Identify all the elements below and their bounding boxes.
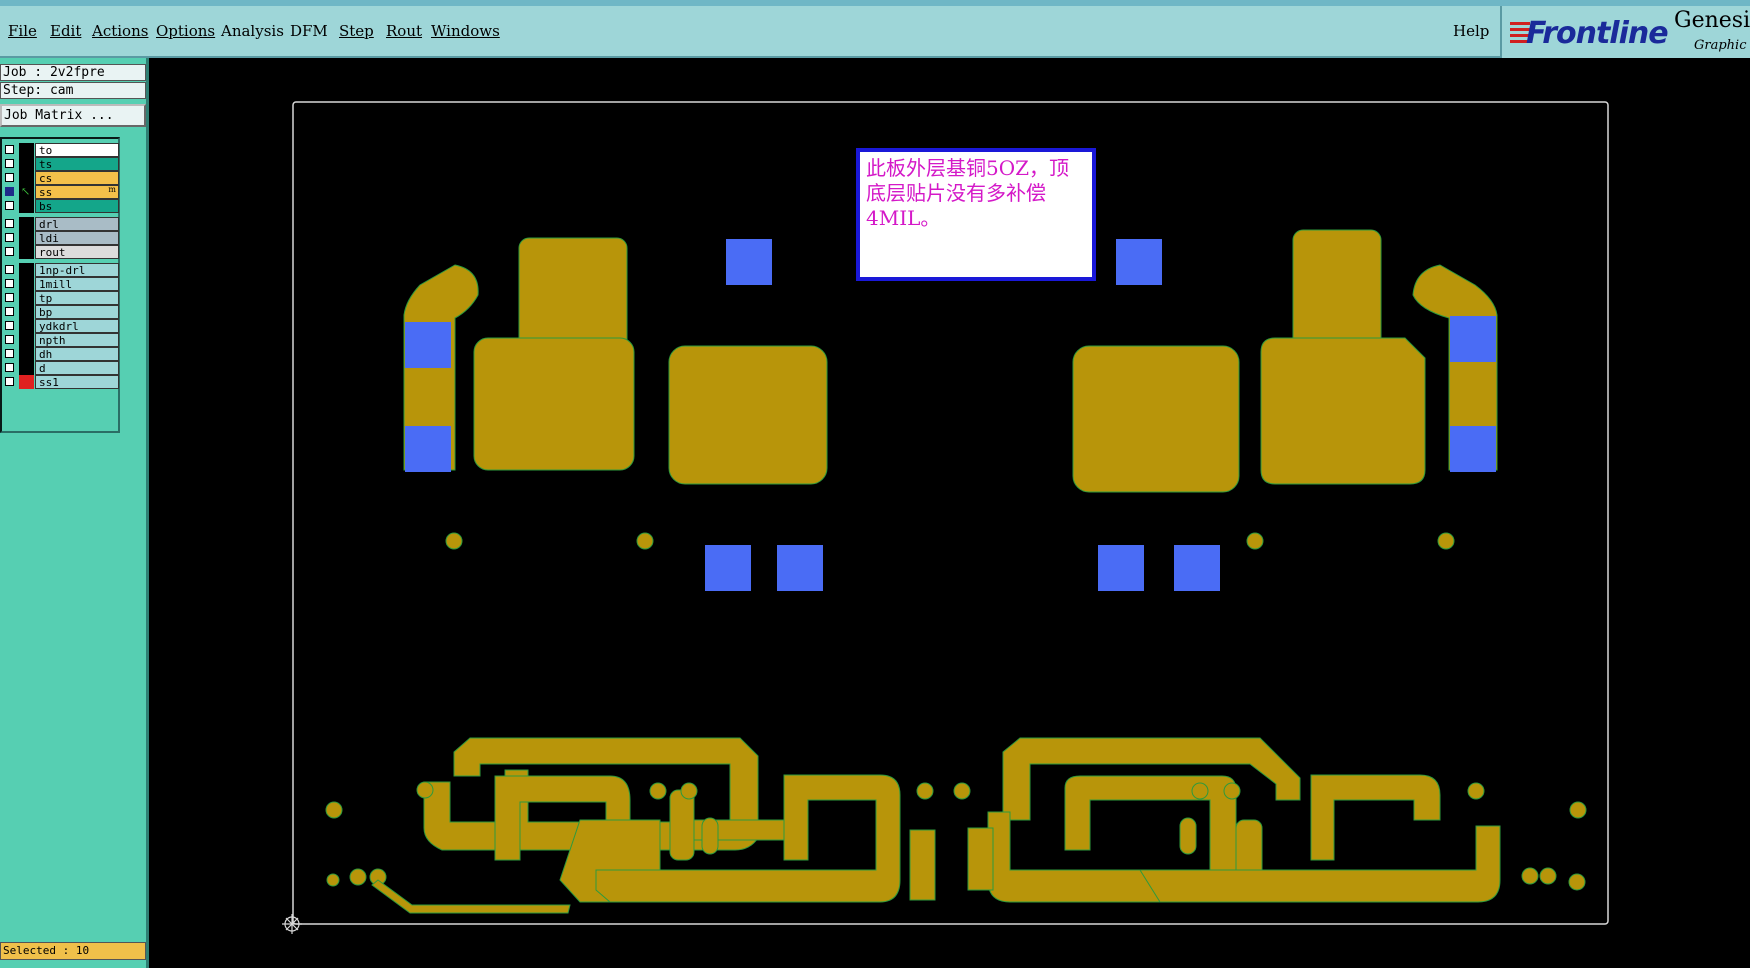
layer-swatch[interactable]: [19, 305, 34, 319]
layer-checkbox[interactable]: [5, 279, 14, 288]
layer-checkbox[interactable]: [5, 265, 14, 274]
annotation-note: 此板外层基铜5OZ，顶底层贴片没有多补偿4MIL。: [856, 148, 1096, 281]
layer-name[interactable]: ldi: [35, 231, 119, 245]
selected-count: Selected : 10: [0, 942, 146, 960]
layer-row-ss1[interactable]: ss1: [2, 375, 119, 389]
layer-checkbox[interactable]: [5, 201, 14, 210]
layer-swatch[interactable]: ↖: [19, 185, 34, 199]
layer-checkbox[interactable]: [5, 159, 14, 168]
layer-name[interactable]: npth: [35, 333, 119, 347]
layer-row-bs[interactable]: bs: [2, 199, 119, 213]
active-arrow-icon: ↖: [21, 185, 31, 198]
layer-list: to ts cs ↖ ss m bs drl ldi rout 1np-drl 1mill tp bp yd…: [0, 137, 120, 433]
layer-swatch[interactable]: [19, 143, 34, 157]
layer-checkbox[interactable]: [5, 187, 14, 196]
layer-swatch[interactable]: [19, 347, 34, 361]
layer-row-npth[interactable]: npth: [2, 333, 119, 347]
layer-name[interactable]: drl: [35, 217, 119, 231]
layer-name[interactable]: cs: [35, 171, 119, 185]
layer-name[interactable]: 1np-drl: [35, 263, 119, 277]
layer-name[interactable]: bs: [35, 199, 119, 213]
layer-checkbox[interactable]: [5, 173, 14, 182]
menu-step[interactable]: Step: [339, 22, 374, 40]
brand-logo: Frontline Genesis Graphic E: [1500, 6, 1750, 58]
layer-name[interactable]: to: [35, 143, 119, 157]
layer-checkbox[interactable]: [5, 247, 14, 256]
layer-row-bp[interactable]: bp: [2, 305, 119, 319]
layer-swatch[interactable]: [19, 277, 34, 291]
layer-checkbox[interactable]: [5, 145, 14, 154]
layer-row-to[interactable]: to: [2, 143, 119, 157]
layer-swatch[interactable]: [19, 171, 34, 185]
layer-swatch[interactable]: [19, 245, 34, 259]
layer-checkbox[interactable]: [5, 349, 14, 358]
layer-checkbox[interactable]: [5, 293, 14, 302]
layer-row-dh[interactable]: dh: [2, 347, 119, 361]
layer-name[interactable]: bp: [35, 305, 119, 319]
menu-bar: File Edit Actions Options Analysis DFM S…: [0, 6, 1750, 58]
menu-file[interactable]: File: [8, 22, 37, 40]
layer-swatch[interactable]: [19, 361, 34, 375]
frontline-logo: Frontline: [1526, 16, 1669, 51]
menu-dfm[interactable]: DFM: [290, 22, 328, 40]
layer-panel-border: [146, 58, 149, 968]
layer-swatch[interactable]: [19, 263, 34, 277]
layer-checkbox[interactable]: [5, 219, 14, 228]
product-tagline: Graphic E: [1694, 38, 1750, 53]
layer-row-rout[interactable]: rout: [2, 245, 119, 259]
layer-name[interactable]: tp: [35, 291, 119, 305]
layer-swatch[interactable]: [19, 231, 34, 245]
layer-swatch[interactable]: [19, 157, 34, 171]
layer-swatch[interactable]: [19, 319, 34, 333]
layer-swatch[interactable]: [19, 333, 34, 347]
layer-row-cs[interactable]: cs: [2, 171, 119, 185]
layer-row-1mill[interactable]: 1mill: [2, 277, 119, 291]
menu-edit[interactable]: Edit: [50, 22, 81, 40]
layer-name[interactable]: dh: [35, 347, 119, 361]
step-label: Step: cam: [0, 82, 146, 99]
menu-options[interactable]: Options: [156, 22, 215, 40]
job-matrix-button[interactable]: Job Matrix ...: [0, 104, 146, 127]
layer-swatch[interactable]: [19, 291, 34, 305]
layer-name[interactable]: rout: [35, 245, 119, 259]
layer-swatch[interactable]: [19, 217, 34, 231]
layer-row-ldi[interactable]: ldi: [2, 231, 119, 245]
layer-row-1np-drl[interactable]: 1np-drl: [2, 263, 119, 277]
menu-help[interactable]: Help: [1453, 22, 1489, 40]
job-label: Job : 2v2fpre: [0, 64, 146, 81]
layer-checkbox[interactable]: [5, 335, 14, 344]
layer-row-tp[interactable]: tp: [2, 291, 119, 305]
layer-row-ss[interactable]: ↖ ss m: [2, 185, 119, 199]
layer-name[interactable]: d: [35, 361, 119, 375]
layer-name[interactable]: ss: [35, 185, 119, 199]
layer-swatch[interactable]: [19, 375, 34, 389]
menu-windows[interactable]: Windows: [431, 22, 500, 40]
layer-checkbox[interactable]: [5, 321, 14, 330]
layer-row-ydkdrl[interactable]: ydkdrl: [2, 319, 119, 333]
layer-name[interactable]: 1mill: [35, 277, 119, 291]
menu-analysis[interactable]: Analysis: [221, 22, 284, 40]
layer-row-drl[interactable]: drl: [2, 217, 119, 231]
layer-name[interactable]: ydkdrl: [35, 319, 119, 333]
layer-checkbox[interactable]: [5, 377, 14, 386]
layer-name[interactable]: ts: [35, 157, 119, 171]
layer-checkbox[interactable]: [5, 307, 14, 316]
menu-actions[interactable]: Actions: [92, 22, 148, 40]
menu-rout[interactable]: Rout: [386, 22, 422, 40]
layer-row-ts[interactable]: ts: [2, 157, 119, 171]
product-name: Genesis: [1674, 8, 1750, 33]
layer-row-d[interactable]: d: [2, 361, 119, 375]
work-layer-mark: m: [108, 185, 116, 194]
layer-checkbox[interactable]: [5, 233, 14, 242]
layer-swatch[interactable]: [19, 199, 34, 213]
layer-checkbox[interactable]: [5, 363, 14, 372]
layer-name[interactable]: ss1: [35, 375, 119, 389]
